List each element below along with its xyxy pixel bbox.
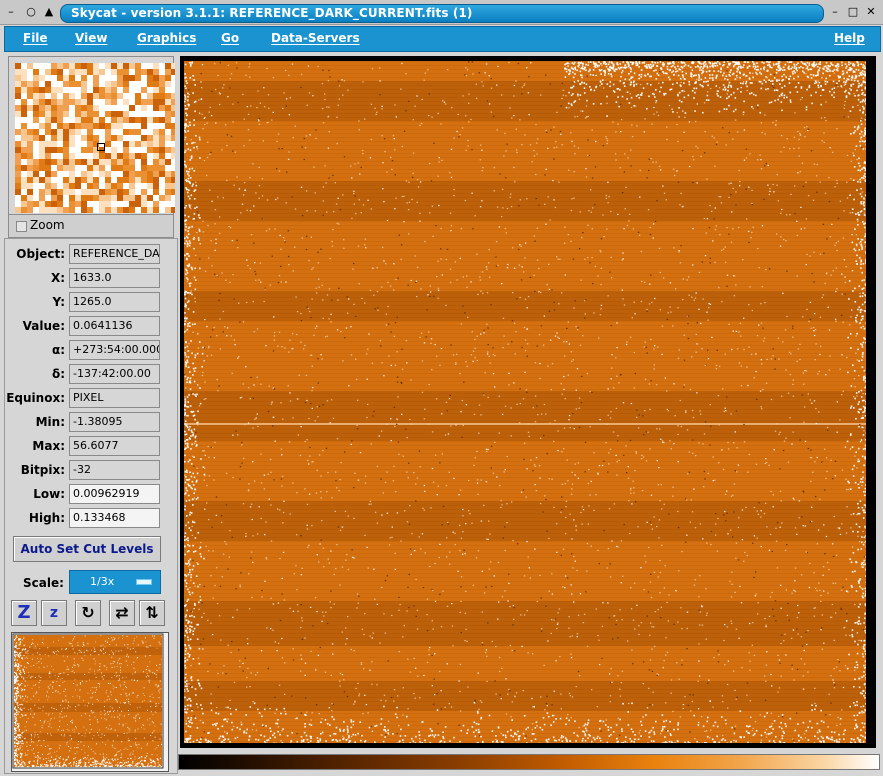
zoom-checkbox[interactable] bbox=[16, 221, 27, 232]
min-value[interactable]: -1.38095 bbox=[69, 412, 160, 432]
zoom-out-button[interactable]: z bbox=[41, 600, 67, 626]
zoom-pixels bbox=[15, 63, 175, 213]
info-row-delta: δ: -137:42:00.00 bbox=[5, 363, 177, 387]
flip-x-icon[interactable]: ⇄ bbox=[109, 600, 135, 626]
equinox-value[interactable]: PIXEL bbox=[69, 388, 160, 408]
pixel-value[interactable]: 0.0641136 bbox=[69, 316, 160, 336]
alpha-label: α: bbox=[51, 343, 65, 357]
scale-value: 1/3x bbox=[90, 575, 115, 588]
high-cut-field[interactable]: 0.133468 bbox=[69, 508, 160, 528]
info-row-alpha: α: +273:54:00.000 bbox=[5, 339, 177, 363]
info-row-bitpix: Bitpix: -32 bbox=[5, 459, 177, 483]
fits-image-display[interactable] bbox=[184, 61, 866, 743]
equinox-label: Equinox: bbox=[6, 391, 65, 405]
zoom-cursor-box bbox=[97, 143, 105, 151]
window-title: Skycat - version 3.1.1: REFERENCE_DARK_C… bbox=[71, 6, 473, 20]
flip-y-icon[interactable]: ⇅ bbox=[139, 600, 165, 626]
panner-window[interactable] bbox=[11, 632, 169, 772]
rotate-icon[interactable]: ↻ bbox=[75, 600, 101, 626]
low-label: Low: bbox=[33, 487, 65, 501]
x-label: X: bbox=[50, 271, 65, 285]
image-info-panel: Object: REFERENCE_DARK_CURRENT X: 1633.0… bbox=[4, 238, 178, 774]
zoom-toggle[interactable]: Zoom bbox=[8, 214, 174, 238]
object-label: Object: bbox=[16, 247, 65, 261]
max-label: Max: bbox=[32, 439, 65, 453]
control-panel: Zoom Object: REFERENCE_DARK_CURRENT X: 1… bbox=[4, 52, 178, 774]
low-cut-field[interactable]: 0.00962919 bbox=[69, 484, 160, 504]
shade-icon[interactable]: ▲ bbox=[42, 5, 56, 19]
menu-graphics[interactable]: Graphics bbox=[137, 31, 196, 45]
info-row-value: Value: 0.0641136 bbox=[5, 315, 177, 339]
delta-label: δ: bbox=[51, 367, 65, 381]
object-value[interactable]: REFERENCE_DARK_CURRENT bbox=[69, 244, 160, 264]
menu-go[interactable]: Go bbox=[221, 31, 239, 45]
info-row-low: Low: 0.00962919 bbox=[5, 483, 177, 507]
zoom-label: Zoom bbox=[30, 218, 65, 232]
menu-help[interactable]: Help bbox=[834, 31, 865, 45]
option-menu-indicator-icon bbox=[136, 579, 152, 585]
fits-image-pixels bbox=[184, 61, 866, 743]
circle-icon[interactable]: ○ bbox=[24, 5, 38, 19]
min-label: Min: bbox=[35, 415, 65, 429]
y-value[interactable]: 1265.0 bbox=[69, 292, 160, 312]
menu-file[interactable]: File bbox=[23, 31, 48, 45]
alpha-value[interactable]: +273:54:00.000 bbox=[69, 340, 160, 360]
high-label: High: bbox=[28, 511, 65, 525]
menu-bar: File View Graphics Go Data-Servers Help bbox=[4, 26, 881, 52]
info-row-y: Y: 1265.0 bbox=[5, 291, 177, 315]
info-row-high: High: 0.133468 bbox=[5, 507, 177, 531]
max-value[interactable]: 56.6077 bbox=[69, 436, 160, 456]
zoom-in-button[interactable]: Z bbox=[11, 600, 37, 626]
delta-value[interactable]: -137:42:00.00 bbox=[69, 364, 160, 384]
menu-data-servers[interactable]: Data-Servers bbox=[271, 31, 360, 45]
value-label: Value: bbox=[22, 319, 65, 333]
close-icon[interactable]: ✕ bbox=[864, 5, 878, 19]
minimize-icon[interactable]: – bbox=[828, 5, 842, 19]
colorbar[interactable] bbox=[178, 754, 880, 770]
zoom-window-frame bbox=[8, 56, 175, 216]
title-bar: – ○ ▲ Skycat - version 3.1.1: REFERENCE_… bbox=[0, 0, 883, 25]
scale-menu[interactable]: 1/3x bbox=[69, 570, 161, 594]
bitpix-label: Bitpix: bbox=[20, 463, 65, 477]
menu-view[interactable]: View bbox=[75, 31, 107, 45]
info-row-min: Min: -1.38095 bbox=[5, 411, 177, 435]
scale-label: Scale: bbox=[23, 576, 64, 590]
info-row-max: Max: 56.6077 bbox=[5, 435, 177, 459]
window-title-pill[interactable]: Skycat - version 3.1.1: REFERENCE_DARK_C… bbox=[60, 4, 824, 23]
info-row-x: X: 1633.0 bbox=[5, 267, 177, 291]
window-menu-icon[interactable]: – bbox=[4, 5, 18, 19]
info-row-equinox: Equinox: PIXEL bbox=[5, 387, 177, 411]
panner-thumbnail bbox=[12, 633, 168, 771]
zoom-window[interactable] bbox=[15, 63, 175, 213]
auto-set-cut-levels-button[interactable]: Auto Set Cut Levels bbox=[13, 536, 161, 562]
bitpix-value[interactable]: -32 bbox=[69, 460, 160, 480]
x-value[interactable]: 1633.0 bbox=[69, 268, 160, 288]
maximize-icon[interactable]: □ bbox=[846, 5, 860, 19]
y-label: Y: bbox=[52, 295, 65, 309]
info-row-object: Object: REFERENCE_DARK_CURRENT bbox=[5, 243, 177, 267]
